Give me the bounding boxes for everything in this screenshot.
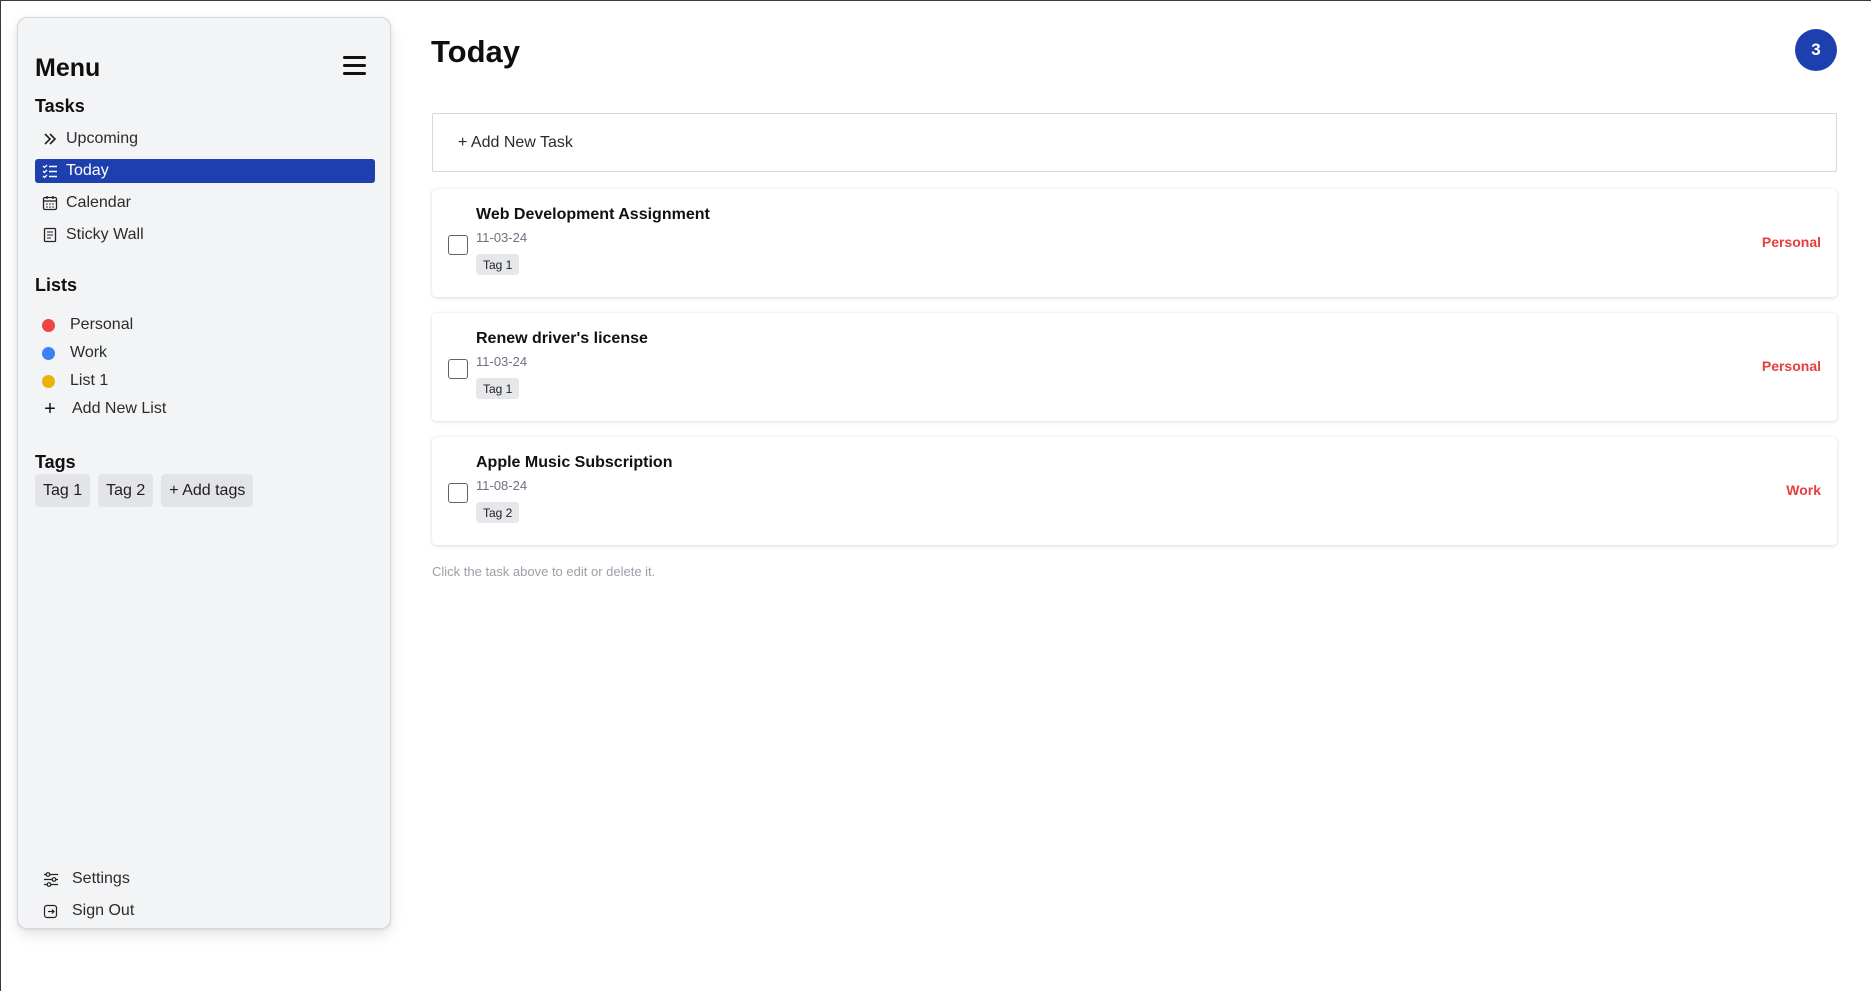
lists-heading: Lists	[35, 275, 78, 295]
task-title: Renew driver's license	[476, 330, 648, 347]
nav-item-label: Calendar	[66, 194, 131, 211]
task-date: 11-03-24	[476, 354, 528, 369]
task-title: Apple Music Subscription	[476, 454, 673, 471]
task-checkbox[interactable]	[448, 483, 468, 503]
task-title: Web Development Assignment	[476, 206, 710, 223]
tags-row: Tag 1 Tag 2 + Add tags	[35, 474, 254, 507]
task-tag: Tag 1	[476, 378, 520, 399]
double-chevron-right-icon	[41, 131, 58, 148]
nav-item-label: Sticky Wall	[66, 226, 144, 243]
task-checkbox[interactable]	[448, 235, 468, 255]
tasks-heading: Tasks	[35, 96, 85, 116]
settings-label: Settings	[72, 870, 130, 887]
task-count-badge: 3	[1795, 29, 1837, 71]
list-item-work[interactable]: Work	[35, 342, 107, 364]
list-item-personal[interactable]: Personal	[35, 314, 133, 336]
settings-button[interactable]: Settings	[35, 867, 130, 891]
nav-item-sticky-wall[interactable]: Sticky Wall	[35, 223, 375, 247]
nav-item-label: Upcoming	[66, 130, 139, 147]
task-list-label: Work	[1786, 482, 1821, 498]
add-new-list-button[interactable]: + Add New List	[35, 398, 166, 420]
list-item-label: Work	[70, 344, 108, 361]
plus-icon: +	[44, 398, 56, 420]
nav-item-upcoming[interactable]: Upcoming	[35, 127, 375, 151]
tag-chip-tag-1[interactable]: Tag 1	[35, 474, 91, 507]
hamburger-menu-icon[interactable]	[343, 56, 367, 76]
edit-hint-text: Click the task above to edit or delete i…	[432, 564, 656, 579]
sign-out-icon	[42, 904, 59, 919]
task-tag: Tag 1	[476, 254, 520, 275]
add-new-task-button[interactable]: + Add New Task	[432, 113, 1837, 172]
red-dot-icon	[42, 318, 55, 332]
blue-dot-icon	[42, 346, 55, 360]
tags-heading: Tags	[35, 452, 76, 472]
add-new-list-label: Add New List	[72, 400, 167, 417]
sliders-icon	[42, 871, 59, 887]
nav-item-label: Today	[66, 162, 109, 179]
list-item-list-1[interactable]: List 1	[35, 370, 108, 392]
yellow-dot-icon	[42, 374, 55, 388]
task-list-label: Personal	[1761, 234, 1821, 250]
note-icon	[41, 227, 58, 244]
task-card[interactable]: Renew driver's license 11-03-24 Tag 1 Pe…	[432, 313, 1837, 421]
page-title: Today	[431, 34, 520, 69]
nav-item-calendar[interactable]: Calendar	[35, 191, 375, 215]
checklist-icon	[41, 163, 58, 180]
nav-item-today[interactable]: Today	[35, 159, 375, 183]
task-checkbox[interactable]	[448, 359, 468, 379]
task-date: 11-08-24	[476, 478, 528, 493]
task-list-label: Personal	[1761, 358, 1821, 374]
sidebar-title: Menu	[35, 54, 101, 82]
task-tag: Tag 2	[476, 502, 520, 523]
calendar-icon	[41, 195, 58, 212]
list-item-label: List 1	[70, 372, 109, 389]
sign-out-button[interactable]: Sign Out	[35, 899, 134, 923]
sidebar: Menu Tasks Upcoming Today Calendar Stick…	[17, 17, 391, 929]
task-card[interactable]: Apple Music Subscription 11-08-24 Tag 2 …	[432, 437, 1837, 545]
add-tags-button[interactable]: + Add tags	[161, 474, 254, 507]
tag-chip-tag-2[interactable]: Tag 2	[98, 474, 154, 507]
task-date: 11-03-24	[476, 230, 528, 245]
sign-out-label: Sign Out	[72, 902, 135, 919]
list-item-label: Personal	[70, 316, 134, 333]
task-card[interactable]: Web Development Assignment 11-03-24 Tag …	[432, 189, 1837, 297]
